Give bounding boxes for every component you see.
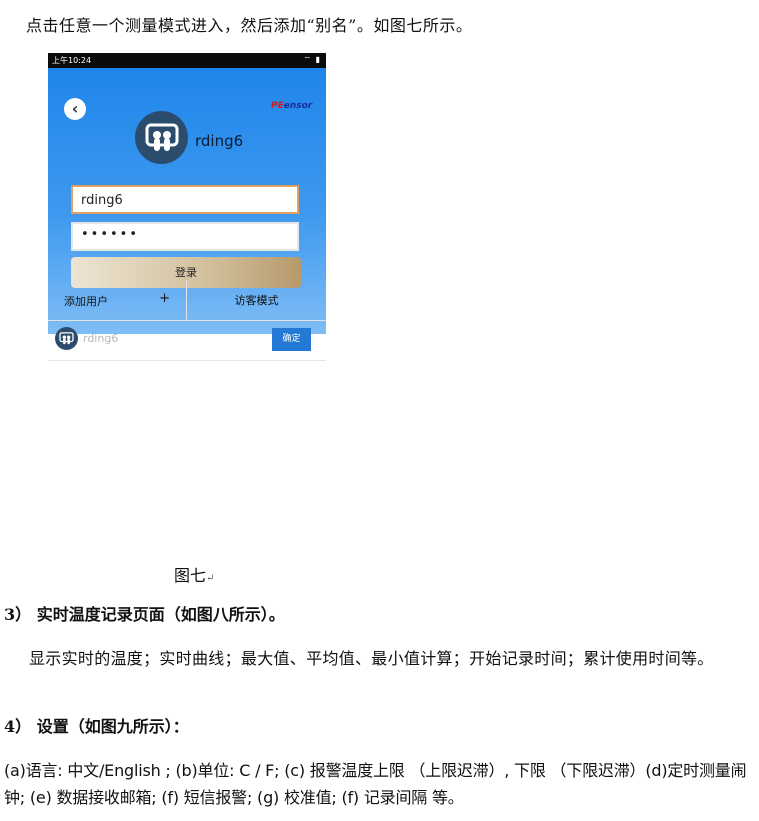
brand-logo: PEensor <box>271 101 313 111</box>
plus-icon: + <box>159 291 170 306</box>
alias-row: rding6 确定 <box>48 321 326 359</box>
user-logo-icon <box>145 123 178 151</box>
status-bar: 上午10:24 ⌔ ▮ <box>48 53 326 68</box>
add-user-label: 添加用户 <box>64 295 108 308</box>
section4-heading: 4） 设置（如图九所示）： <box>4 717 189 736</box>
figure-caption: 图七↵ <box>174 566 215 585</box>
username-input[interactable]: rding6 <box>71 185 299 214</box>
section4-body: (a)语言: 中文/English ; (b)单位: C / F; (c) 报警… <box>4 761 747 807</box>
avatar <box>135 111 188 164</box>
username-label: rding6 <box>195 132 244 150</box>
back-icon[interactable]: ‹ <box>64 98 86 120</box>
password-input[interactable]: •••••• <box>71 222 299 251</box>
add-user-button[interactable]: 添加用户 + <box>48 281 187 320</box>
small-avatar <box>55 327 78 350</box>
paragraph-mark-icon: ↵ <box>206 573 215 584</box>
action-row: 添加用户 + 访客模式 <box>48 281 326 321</box>
section3-body: 显示实时的温度；实时曲线；最大值、平均值、最小值计算；开始记录时间；累计使用时间… <box>29 649 714 668</box>
confirm-button[interactable]: 确定 <box>272 328 311 351</box>
status-time: 上午10:24 <box>52 56 92 65</box>
section3-heading: 3） 实时温度记录页面（如图八所示）。 <box>4 605 285 624</box>
phone-screenshot: 上午10:24 ⌔ ▮ ‹ PEensor rding6 rding6 ••••… <box>48 53 326 361</box>
alias-input[interactable]: rding6 <box>83 332 118 345</box>
intro-paragraph: 点击任意一个测量模式进入，然后添加“别名”。如图七所示。 <box>26 16 473 35</box>
guest-mode-button[interactable]: 访客模式 <box>187 281 326 320</box>
user-logo-icon <box>59 332 74 345</box>
signal-icon: ⌔ ▮ <box>303 55 321 64</box>
